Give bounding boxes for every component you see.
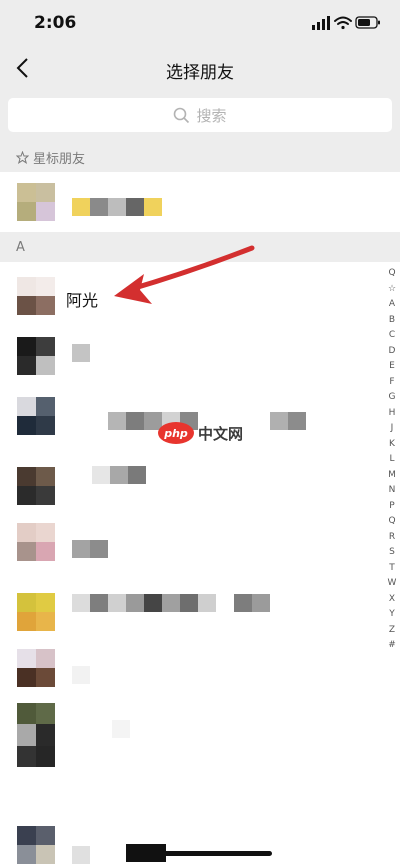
index-letter[interactable]: Y <box>384 607 400 623</box>
avatar <box>17 277 55 315</box>
blurred-name <box>72 198 162 216</box>
index-letter[interactable]: Q <box>384 514 400 530</box>
index-letter[interactable]: S <box>384 545 400 561</box>
index-letter[interactable]: D <box>384 344 400 360</box>
search-placeholder: 搜索 <box>196 106 227 125</box>
blurred-name <box>72 846 90 864</box>
section-header-a: A <box>0 232 400 262</box>
watermark-text: 中文网 <box>198 424 244 443</box>
index-letter[interactable]: W <box>384 576 400 592</box>
index-letter[interactable]: X <box>384 592 400 608</box>
blurred-name <box>72 540 108 558</box>
index-letter[interactable]: G <box>384 390 400 406</box>
list-item[interactable] <box>0 640 385 698</box>
index-letter[interactable]: Q <box>384 266 400 282</box>
contact-name: 阿光 <box>66 291 99 310</box>
list-item[interactable] <box>0 818 385 865</box>
avatar <box>17 397 55 435</box>
avatar <box>17 649 55 687</box>
index-letter[interactable]: N <box>384 483 400 499</box>
list-item[interactable] <box>0 458 385 516</box>
index-letter[interactable]: J <box>384 421 400 437</box>
section-header-starred: 星标朋友 <box>0 142 400 172</box>
home-indicator <box>128 851 272 856</box>
index-letter[interactable]: H <box>384 406 400 422</box>
status-bar: 2:06 <box>0 0 400 46</box>
list-item[interactable] <box>0 584 385 642</box>
wifi-icon <box>334 16 352 30</box>
watermark: php 中文网 <box>158 422 243 444</box>
index-letter[interactable]: E <box>384 359 400 375</box>
blurred-name <box>72 594 216 612</box>
list-item[interactable] <box>0 174 385 232</box>
list-item-aguang[interactable]: 阿光 <box>0 268 385 326</box>
star-icon <box>16 150 29 164</box>
status-time: 2:06 <box>34 13 77 33</box>
page-title: 选择朋友 <box>166 63 234 83</box>
index-letter[interactable]: P <box>384 499 400 515</box>
signal-icon <box>312 16 330 30</box>
index-letter[interactable]: K <box>384 437 400 453</box>
avatar <box>17 467 55 505</box>
status-icons <box>312 16 380 30</box>
nav-bar: 选择朋友 <box>0 46 400 90</box>
index-letter[interactable]: T <box>384 561 400 577</box>
list-item[interactable] <box>0 328 385 386</box>
search-icon <box>174 107 190 123</box>
blurred-name <box>270 412 306 430</box>
avatar <box>17 337 55 375</box>
alphabet-index[interactable]: Q ☆ A B C D E F G H J K L M N P Q R S T W X Y Z # <box>384 266 400 654</box>
section-title: 星标朋友 <box>33 151 86 167</box>
index-letter[interactable]: C <box>384 328 400 344</box>
index-letter[interactable]: B <box>384 313 400 329</box>
index-letter[interactable]: L <box>384 452 400 468</box>
avatar <box>17 593 55 631</box>
blurred-name <box>72 344 90 362</box>
list-item[interactable] <box>0 694 385 767</box>
list-item[interactable] <box>0 514 385 572</box>
avatar <box>17 183 55 221</box>
avatar <box>17 703 55 767</box>
index-letter[interactable]: A <box>384 297 400 313</box>
avatar <box>17 523 55 561</box>
avatar <box>17 826 55 864</box>
search-input[interactable]: 搜索 <box>8 98 392 132</box>
watermark-logo: php <box>158 422 194 444</box>
blurred-name <box>92 466 146 484</box>
index-letter[interactable]: M <box>384 468 400 484</box>
blurred-name <box>234 594 270 612</box>
blurred-name <box>72 666 90 684</box>
index-letter[interactable]: # <box>384 638 400 654</box>
battery-icon <box>355 16 380 29</box>
index-letter[interactable]: ☆ <box>384 282 400 298</box>
section-title: A <box>16 239 25 255</box>
index-letter[interactable]: F <box>384 375 400 391</box>
index-letter[interactable]: Z <box>384 623 400 639</box>
blurred-name <box>112 720 130 738</box>
index-letter[interactable]: R <box>384 530 400 546</box>
